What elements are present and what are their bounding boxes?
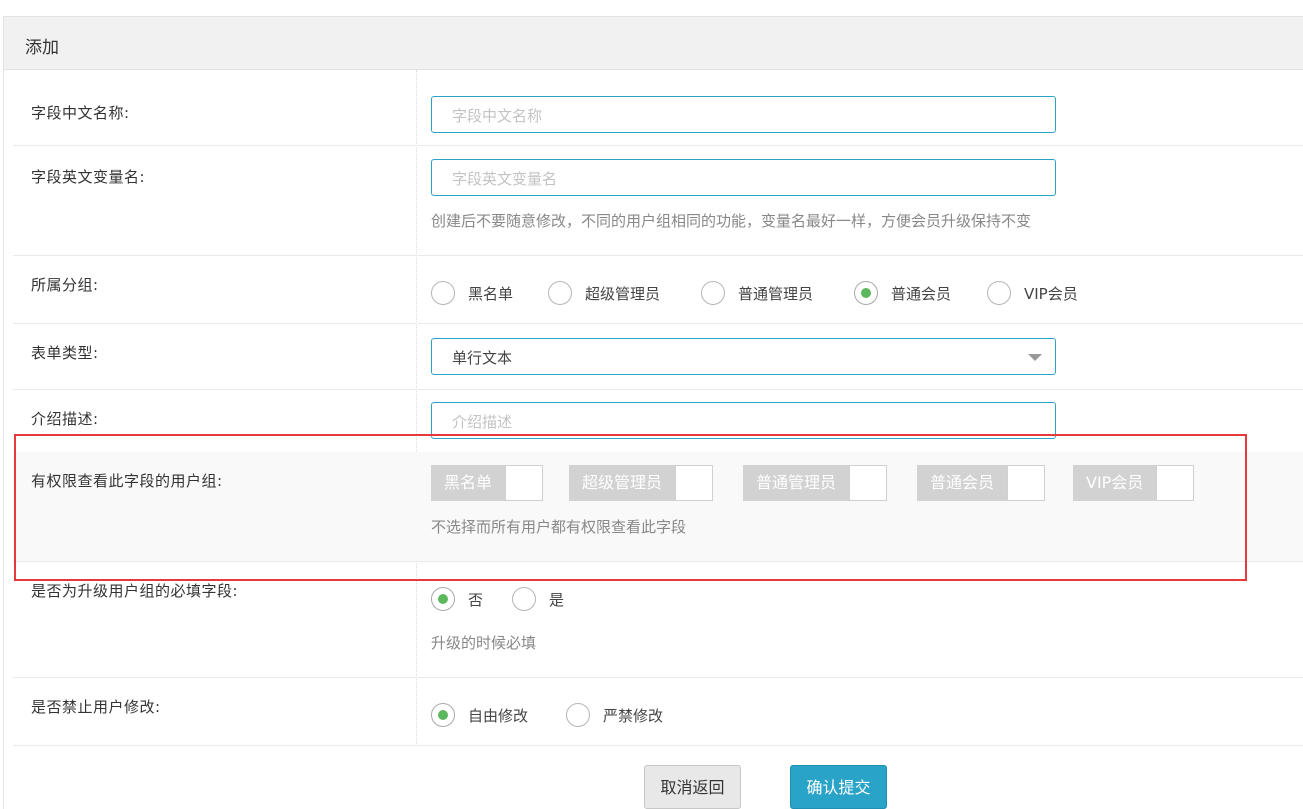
radio-icon[interactable] [987,281,1011,305]
required-option-label: 是 [549,590,565,609]
form-type-label: 表单类型: [31,344,99,362]
description-label: 介绍描述: [31,410,99,428]
forbid-option-label: 自由修改 [468,706,529,725]
group-option-label: 黑名单 [468,284,514,303]
form-type-value: 单行文本 [452,349,513,367]
forbid-option-strict[interactable]: 严禁修改 [566,702,663,728]
toggle-switch[interactable] [1007,465,1046,501]
en-name-label: 字段英文变量名: [31,168,146,186]
panel-title: 添加 [25,38,59,58]
toggle-label: 黑名单 [431,465,506,501]
group-option-vip[interactable]: VIP会员 [987,280,1078,306]
toggle-switch[interactable] [849,465,888,501]
required-option-no[interactable]: 否 [431,586,483,612]
required-option-label: 否 [468,590,484,609]
radio-icon[interactable] [701,281,725,305]
description-input[interactable]: 介绍描述 [431,402,1056,439]
en-name-help: 创建后不要随意修改，不同的用户组相同的功能，变量名最好一样，方便会员升级保持不变 [431,212,1032,230]
view-toggle-blacklist[interactable]: 黑名单 [431,465,544,501]
forbid-option-free[interactable]: 自由修改 [431,702,528,728]
toggle-label: VIP会员 [1073,465,1157,501]
panel-header: 添加 [4,17,1303,70]
group-option-blacklist[interactable]: 黑名单 [431,280,513,306]
cn-name-input[interactable]: 字段中文名称 [431,96,1056,133]
radio-icon[interactable] [512,587,536,611]
form-type-select[interactable]: 单行文本 [431,338,1056,375]
chevron-down-icon [1028,354,1042,361]
group-label: 所属分组: [31,276,99,294]
toggle-switch[interactable] [1156,465,1195,501]
required-option-yes[interactable]: 是 [512,586,564,612]
radio-checked-icon[interactable] [431,587,455,611]
toggle-label: 普通管理员 [743,465,850,501]
radio-checked-icon[interactable] [431,703,455,727]
radio-icon[interactable] [431,281,455,305]
radio-icon[interactable] [566,703,590,727]
view-groups-label: 有权限查看此字段的用户组: [31,472,223,490]
view-toggle-admin[interactable]: 普通管理员 [743,465,888,501]
toggle-switch[interactable] [675,465,714,501]
group-option-label: 普通管理员 [738,284,814,303]
view-toggle-vip[interactable]: VIP会员 [1073,465,1195,501]
cancel-button[interactable]: 取消返回 [644,765,741,809]
en-name-input[interactable]: 字段英文变量名 [431,159,1056,196]
cn-name-label: 字段中文名称: [31,104,130,122]
required-upgrade-help: 升级的时候必填 [431,634,537,652]
group-option-label: 超级管理员 [585,284,661,303]
group-option-super-admin[interactable]: 超级管理员 [548,280,660,306]
toggle-label: 普通会员 [917,465,1008,501]
radio-icon[interactable] [548,281,572,305]
forbid-option-label: 严禁修改 [603,706,664,725]
group-option-member[interactable]: 普通会员 [854,280,951,306]
view-groups-help: 不选择而所有用户都有权限查看此字段 [431,518,687,536]
group-option-label: VIP会员 [1024,284,1078,303]
view-toggle-member[interactable]: 普通会员 [917,465,1046,501]
row-required-upgrade: 是否为升级用户组的必填字段: [13,562,1303,678]
required-upgrade-label: 是否为升级用户组的必填字段: [31,582,239,600]
toggle-switch[interactable] [505,465,544,501]
view-toggle-super-admin[interactable]: 超级管理员 [569,465,714,501]
forbid-edit-label: 是否禁止用户修改: [31,698,161,716]
group-option-admin[interactable]: 普通管理员 [701,280,813,306]
submit-button[interactable]: 确认提交 [790,765,887,809]
toggle-label: 超级管理员 [569,465,676,501]
cn-name-placeholder: 字段中文名称 [452,107,543,125]
group-option-label: 普通会员 [891,284,952,303]
description-placeholder: 介绍描述 [452,413,513,431]
en-name-placeholder: 字段英文变量名 [452,170,558,188]
radio-checked-icon[interactable] [854,281,878,305]
